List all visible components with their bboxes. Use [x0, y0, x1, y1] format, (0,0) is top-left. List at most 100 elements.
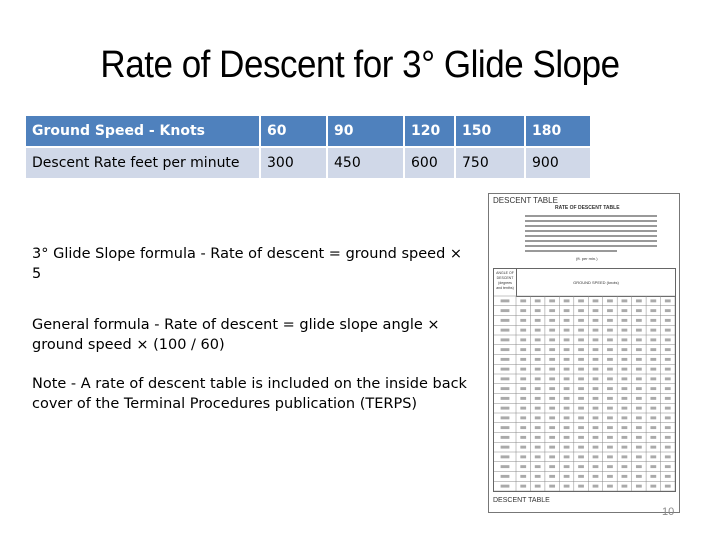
- grid-cell-mark: [549, 377, 556, 381]
- grid-cell-mark: [578, 406, 584, 410]
- grid-cell-mark: [621, 406, 628, 410]
- note-text: Note - A rate of descent table is includ…: [32, 376, 467, 412]
- grid-cell-mark: [607, 435, 613, 439]
- grid-cell-mark: [500, 465, 510, 469]
- grid-cell-mark: [520, 455, 527, 459]
- grid-cell-mark: [563, 426, 570, 430]
- grid-cell-mark: [621, 445, 628, 449]
- grid-cell-mark: [500, 416, 510, 420]
- grid-cell-mark: [592, 367, 599, 371]
- grid-cell-mark: [549, 465, 556, 469]
- grid-cell-mark: [635, 328, 642, 332]
- grid-cell-mark: [607, 484, 613, 488]
- grid-cell-mark: [534, 309, 541, 313]
- grid-cell-mark: [549, 435, 556, 439]
- grid-cell-mark: [578, 318, 584, 322]
- grid-cell-mark: [650, 455, 657, 459]
- grid-cell-mark: [635, 338, 642, 342]
- grid-cell-mark: [520, 484, 527, 488]
- grid-cell-mark: [563, 367, 570, 371]
- grid-cell-mark: [592, 387, 599, 391]
- grid-cell-mark: [650, 484, 657, 488]
- grid-cell-mark: [549, 309, 556, 313]
- grid-cell-mark: [592, 484, 599, 488]
- grid-cell-mark: [664, 357, 671, 361]
- grid-cell-mark: [664, 328, 671, 332]
- grid-cell-mark: [578, 299, 584, 303]
- grid-cell-mark: [650, 387, 657, 391]
- grid-cell-mark: [534, 318, 541, 322]
- grid-cell-mark: [621, 357, 628, 361]
- grid-cell-mark: [621, 426, 628, 430]
- grid-cell-mark: [563, 309, 570, 313]
- grid-cell-mark: [563, 357, 570, 361]
- grid-cell-mark: [520, 338, 527, 342]
- header-cell: 60: [261, 116, 326, 146]
- grid-cell-mark: [578, 484, 584, 488]
- grid-cell-mark: [500, 426, 510, 430]
- grid-cell-mark: [592, 406, 599, 410]
- descent-table-grid: ANGLE OF DESCENT (degrees and tenths) GR…: [493, 268, 676, 492]
- grid-cell-mark: [520, 299, 527, 303]
- grid-cell-mark: [621, 387, 628, 391]
- grid-cell-mark: [500, 435, 510, 439]
- grid-cell-mark: [534, 328, 541, 332]
- grid-cell-mark: [578, 348, 584, 352]
- grid-cell-mark: [650, 426, 657, 430]
- grid-cell-mark: [549, 367, 556, 371]
- grid-cell-mark: [549, 357, 556, 361]
- grid-cell-mark: [635, 309, 642, 313]
- grid-cell-mark: [635, 377, 642, 381]
- grid-cell-mark: [635, 406, 642, 410]
- ground-speed-descent-table: Ground Speed - Knots 60 90 120 150 180 D…: [24, 114, 592, 180]
- grid-cell-mark: [621, 396, 628, 400]
- grid-cell-mark: [592, 435, 599, 439]
- grid-cell-mark: [650, 367, 657, 371]
- grid-cell-mark: [664, 309, 671, 313]
- grid-cell-mark: [549, 328, 556, 332]
- grid-cell-mark: [500, 328, 510, 332]
- grid-cell-mark: [500, 445, 510, 449]
- grid-cell-mark: [520, 367, 527, 371]
- grid-cell-mark: [534, 416, 541, 420]
- grid-cell-mark: [650, 309, 657, 313]
- grid-cell-mark: [549, 338, 556, 342]
- grid-cell-mark: [650, 357, 657, 361]
- grid-cell-mark: [664, 367, 671, 371]
- grid-cell-mark: [534, 474, 541, 478]
- grid-cell-mark: [635, 455, 642, 459]
- grid-cell-mark: [607, 445, 613, 449]
- grid-cell-mark: [607, 474, 613, 478]
- header-cell: 180: [526, 116, 590, 146]
- grid-cell-mark: [664, 484, 671, 488]
- grid-cell-mark: [500, 318, 510, 322]
- descent-table-description: [525, 212, 657, 255]
- grid-cell-mark: [563, 416, 570, 420]
- row-cell: 600: [405, 148, 454, 178]
- grid-cell-mark: [520, 435, 527, 439]
- grid-cell-mark: [650, 318, 657, 322]
- grid-cell-mark: [621, 435, 628, 439]
- grid-cell-mark: [607, 357, 613, 361]
- grid-cell-mark: [635, 426, 642, 430]
- grid-cell-mark: [592, 455, 599, 459]
- grid-cell-mark: [635, 435, 642, 439]
- grid-cell-mark: [549, 318, 556, 322]
- grid-cell-mark: [578, 328, 584, 332]
- grid-cell-mark: [621, 474, 628, 478]
- grid-cell-mark: [549, 396, 556, 400]
- grid-cell-mark: [534, 455, 541, 459]
- grid-cell-mark: [664, 465, 671, 469]
- grid-cell-mark: [650, 338, 657, 342]
- grid-cell-mark: [607, 299, 613, 303]
- grid-cell-mark: [592, 357, 599, 361]
- row-cell-label: Descent Rate feet per minute: [26, 148, 259, 178]
- grid-cell-mark: [578, 445, 584, 449]
- grid-cell-mark: [563, 465, 570, 469]
- grid-cell-mark: [520, 406, 527, 410]
- header-cell: 150: [456, 116, 524, 146]
- grid-cell-mark: [621, 348, 628, 352]
- header-cell: 90: [328, 116, 403, 146]
- grid-cell-mark: [534, 465, 541, 469]
- grid-cell-mark: [635, 445, 642, 449]
